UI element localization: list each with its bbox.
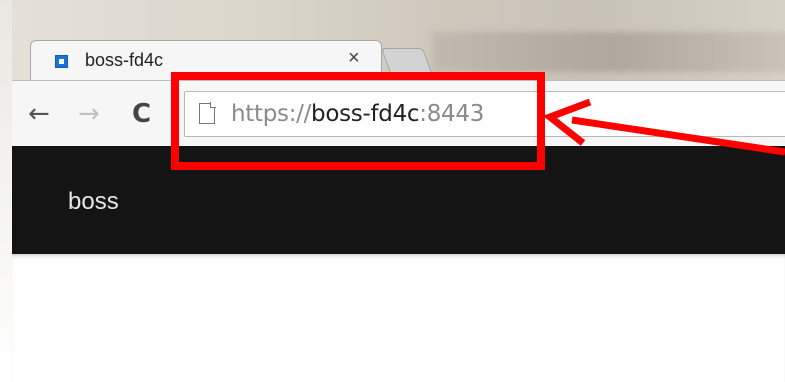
tab-title: boss-fd4c: [85, 50, 164, 70]
document-icon: [199, 102, 216, 124]
close-tab-icon[interactable]: ×: [348, 47, 360, 70]
browser-window: boss-fd4c × ← → C https://boss-fd4c:8443…: [0, 0, 785, 382]
url-port: :8443: [419, 101, 485, 127]
app-brand-link[interactable]: boss: [68, 188, 119, 216]
page-content: [12, 254, 785, 382]
url-scheme: https://: [231, 101, 312, 127]
app-navbar: boss: [12, 146, 785, 254]
back-arrow-icon[interactable]: ←: [28, 101, 50, 127]
tab-active[interactable]: boss-fd4c ×: [30, 40, 382, 83]
site-favicon-icon: [55, 55, 68, 68]
browser-toolbar: ← → C https://boss-fd4c:8443: [12, 80, 785, 147]
url-host: boss-fd4c: [311, 101, 420, 127]
address-bar[interactable]: https://boss-fd4c:8443: [184, 91, 785, 137]
forward-arrow-icon[interactable]: →: [78, 101, 100, 127]
desktop-background: [432, 32, 785, 72]
address-url[interactable]: https://boss-fd4c:8443: [231, 101, 484, 127]
reload-icon[interactable]: C: [132, 101, 151, 127]
